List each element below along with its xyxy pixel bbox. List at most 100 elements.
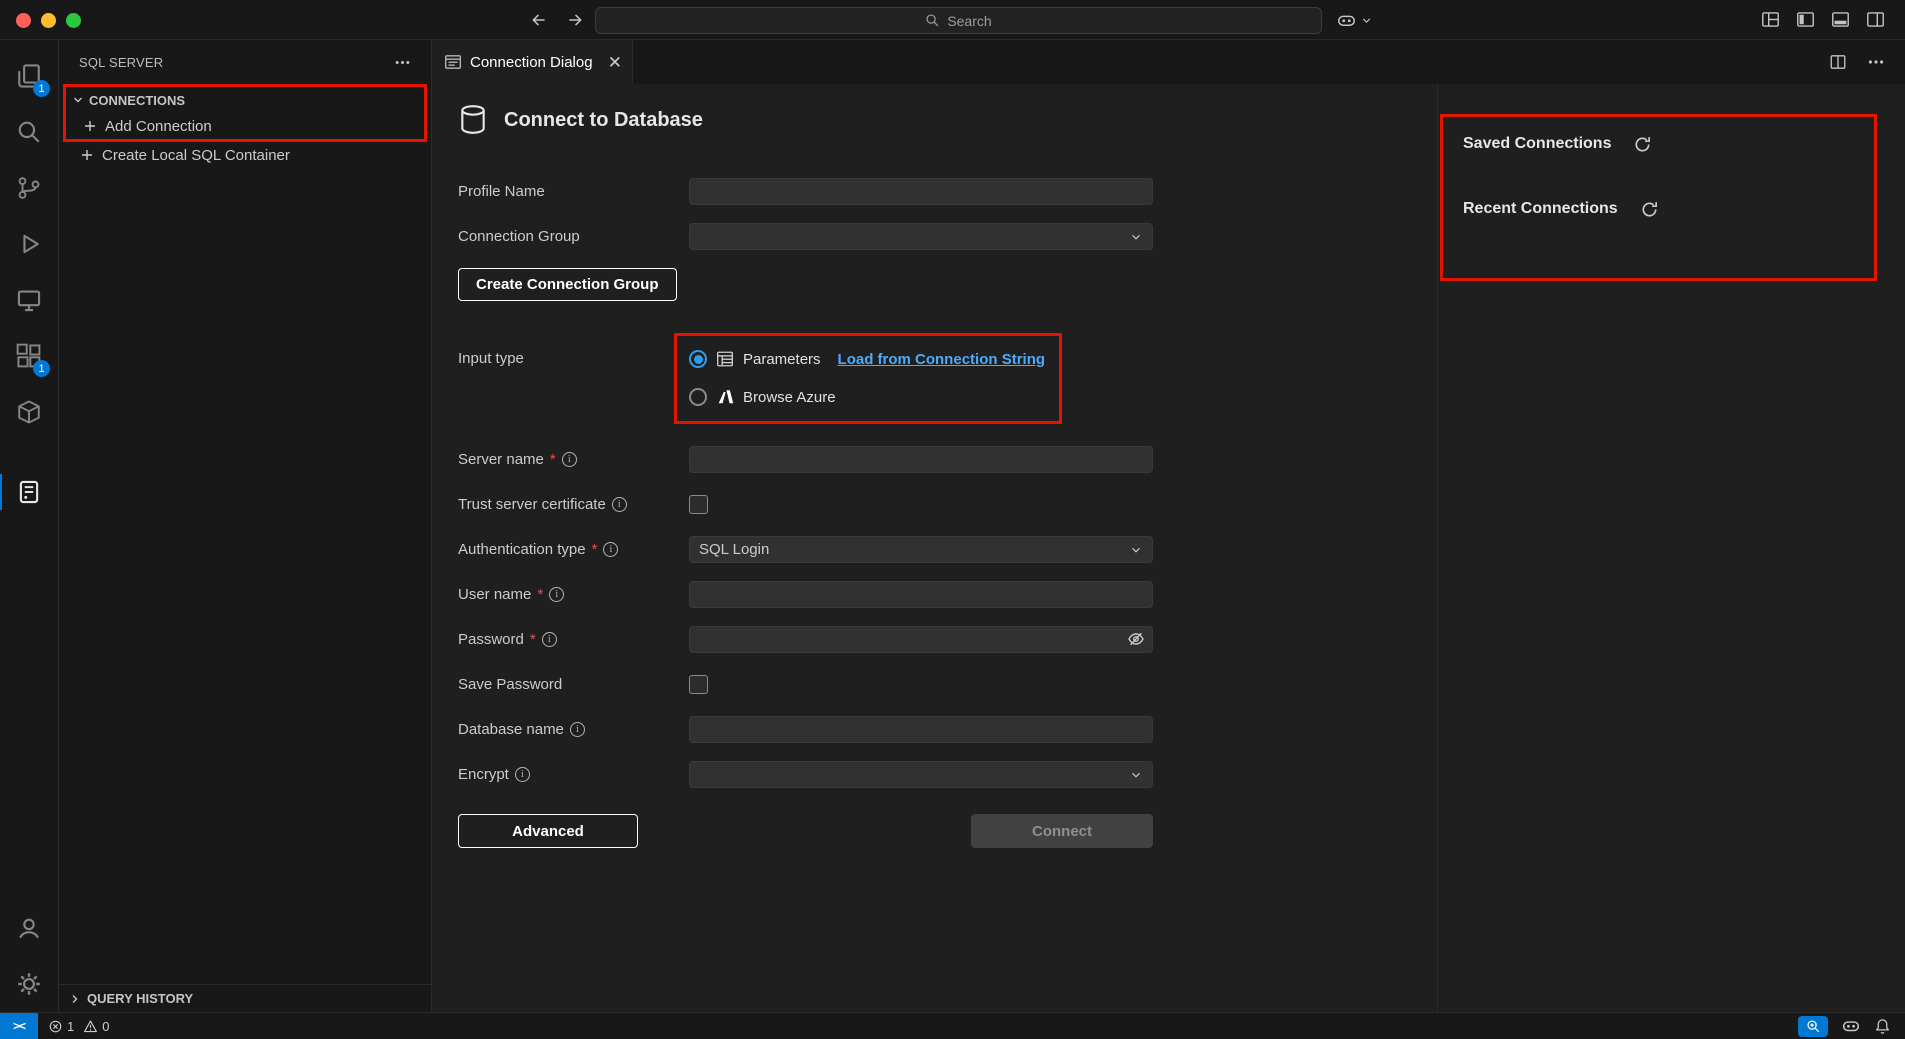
password-input[interactable] (689, 626, 1153, 653)
sql-server-icon (16, 479, 42, 505)
connection-form: Profile Name Connection Group (458, 178, 1153, 848)
sidebar-item-containers[interactable] (0, 384, 58, 440)
parameters-icon (716, 350, 734, 368)
title-bar: Search (0, 0, 1905, 40)
info-icon[interactable]: i (542, 632, 557, 647)
saved-connections-header: Saved Connections (1463, 135, 1611, 153)
required-marker: * (537, 586, 543, 603)
remote-indicator-button[interactable]: >< (0, 1013, 38, 1039)
zoom-status-button[interactable] (1798, 1016, 1828, 1037)
copilot-status-icon[interactable] (1842, 1017, 1860, 1035)
accounts-button[interactable] (0, 900, 58, 956)
remote-icon: >< (13, 1019, 25, 1033)
advanced-button[interactable]: Advanced (458, 814, 638, 848)
label-text: Connection Group (458, 228, 580, 245)
info-icon[interactable]: i (612, 497, 627, 512)
connect-button[interactable]: Connect (971, 814, 1153, 848)
search-label: Search (947, 13, 991, 29)
info-icon[interactable]: i (562, 452, 577, 467)
create-connection-group-button[interactable]: Create Connection Group (458, 268, 677, 301)
query-history-section-header[interactable]: QUERY HISTORY (59, 984, 431, 1012)
encrypt-row: Encrypt i (458, 761, 1153, 788)
parameters-radio[interactable] (689, 350, 707, 368)
info-icon[interactable]: i (603, 542, 618, 557)
user-name-input[interactable] (689, 581, 1153, 608)
authentication-type-select[interactable]: SQL Login (689, 536, 1153, 563)
close-tab-icon[interactable]: ✕ (608, 54, 622, 71)
plus-icon (79, 147, 95, 163)
refresh-saved-connections-icon[interactable] (1633, 135, 1652, 154)
sidebar-item-source-control[interactable] (0, 160, 58, 216)
create-local-sql-container-item[interactable]: Create Local SQL Container (63, 142, 431, 168)
chevron-down-icon (1129, 768, 1143, 782)
connection-group-label: Connection Group (458, 228, 689, 245)
sidebar-item-explorer[interactable]: 1 (0, 48, 58, 104)
toggle-password-visibility-icon[interactable] (1127, 630, 1145, 648)
info-icon[interactable]: i (570, 722, 585, 737)
label-text: Encrypt (458, 766, 509, 783)
sidebar-title: SQL SERVER (79, 55, 163, 70)
page-title: Connect to Database (504, 109, 703, 132)
close-window-button[interactable] (16, 13, 31, 28)
sidebar-item-sql-server[interactable] (0, 464, 58, 520)
chevron-down-icon (1129, 230, 1143, 244)
customize-layout-icon (1761, 10, 1780, 29)
sidebar-item-remote-explorer[interactable] (0, 272, 58, 328)
add-connection-item[interactable]: Add Connection (66, 113, 424, 139)
search-command-center[interactable]: Search (595, 7, 1322, 34)
sidebar-item-run-debug[interactable] (0, 216, 58, 272)
input-type-row: Input type Parameters Load from Connecti… (458, 333, 1153, 424)
user-name-label: User name * i (458, 586, 689, 603)
more-actions-icon[interactable] (392, 52, 413, 73)
trust-certificate-label: Trust server certificate i (458, 496, 689, 513)
toggle-panel-button[interactable] (1829, 8, 1852, 31)
run-debug-icon (16, 231, 42, 257)
save-password-label: Save Password (458, 676, 689, 693)
refresh-recent-connections-icon[interactable] (1640, 200, 1659, 219)
info-icon[interactable]: i (515, 767, 530, 782)
notifications-bell-icon[interactable] (1874, 1018, 1891, 1035)
minimize-window-button[interactable] (41, 13, 56, 28)
copilot-menu-button[interactable] (1337, 7, 1373, 34)
load-from-connection-string-link[interactable]: Load from Connection String (838, 351, 1046, 368)
toggle-primary-sidebar-button[interactable] (1794, 8, 1817, 31)
label-text: Input type (458, 350, 524, 367)
connection-group-select[interactable] (689, 223, 1153, 250)
connections-section-header[interactable]: CONNECTIONS (66, 87, 424, 113)
browse-azure-radio[interactable] (689, 388, 707, 406)
warning-count: 0 (102, 1019, 109, 1034)
sidebar-spacer (59, 168, 431, 984)
database-name-input[interactable] (689, 716, 1153, 743)
trust-certificate-checkbox[interactable] (689, 495, 708, 514)
tab-connection-dialog[interactable]: Connection Dialog ✕ (432, 40, 633, 84)
gear-icon (16, 971, 42, 997)
server-name-input[interactable] (689, 446, 1153, 473)
info-icon[interactable]: i (549, 587, 564, 602)
back-button[interactable] (528, 9, 550, 31)
save-password-checkbox[interactable] (689, 675, 708, 694)
settings-button[interactable] (0, 956, 58, 1012)
label-text: Profile Name (458, 183, 545, 200)
maximize-window-button[interactable] (66, 13, 81, 28)
toggle-secondary-sidebar-button[interactable] (1864, 8, 1887, 31)
customize-layout-button[interactable] (1759, 8, 1782, 31)
encrypt-select[interactable] (689, 761, 1153, 788)
problems-status-item[interactable]: 1 0 (48, 1019, 109, 1034)
split-editor-icon[interactable] (1827, 51, 1849, 73)
connection-group-row: Connection Group (458, 223, 1153, 250)
save-password-row: Save Password (458, 671, 1153, 698)
status-bar: >< 1 0 (0, 1012, 1905, 1039)
dialog-header: Connect to Database (458, 104, 1437, 136)
error-count: 1 (67, 1019, 74, 1034)
sidebar-item-search[interactable] (0, 104, 58, 160)
sidebar-item-extensions[interactable]: 1 (0, 328, 58, 384)
profile-name-input[interactable] (689, 178, 1153, 205)
warning-icon (83, 1019, 98, 1034)
tab-title: Connection Dialog (470, 54, 593, 71)
more-actions-icon[interactable] (1865, 51, 1887, 73)
forward-button[interactable] (564, 9, 586, 31)
sidebar-left-icon (1796, 10, 1815, 29)
parameters-option-row: Parameters Load from Connection String (689, 346, 1045, 372)
annotation-box-saved-recent: Saved Connections Recent Connections (1440, 114, 1877, 281)
extensions-badge: 1 (33, 360, 50, 377)
